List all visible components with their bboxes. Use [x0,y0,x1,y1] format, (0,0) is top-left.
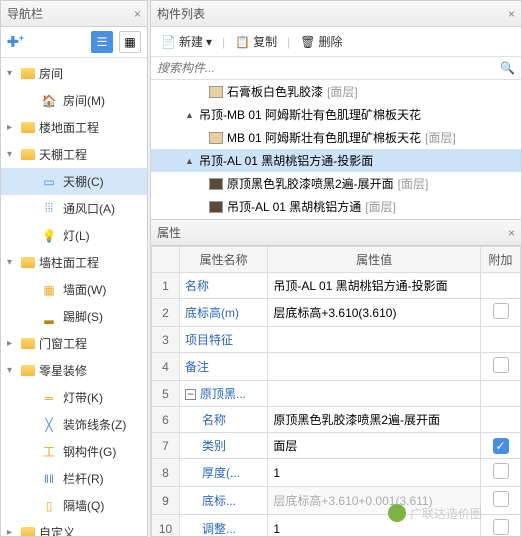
material-icon [209,86,223,98]
nav-group[interactable]: ▾零星装修 [1,357,147,384]
nav-group[interactable]: ▸楼地面工程 [1,114,147,141]
table-row[interactable]: 4备注 [152,353,521,381]
close-icon[interactable]: × [508,7,515,21]
vent-icon: ⦙⦙⦙ [41,202,57,216]
nav-title: 导航栏 [7,5,43,22]
table-row[interactable]: 1名称吊顶-AL 01 黑胡桃铝方通-投影面 [152,273,521,299]
material-icon [209,132,223,144]
nav-item[interactable]: ⦙⦙⦙通风口(A) [1,195,147,222]
table-row[interactable]: 8厚度(...1 [152,459,521,487]
wechat-icon [388,504,406,522]
nav-item[interactable]: ▭天棚(C) [1,168,147,195]
copy-button[interactable]: 📋 复制 [231,31,281,52]
col-name: 属性名称 [180,247,268,273]
folder-icon [21,149,35,160]
watermark: 广联达造价圈 [388,504,482,522]
trim-icon: ╳ [41,418,57,432]
search-input[interactable] [157,61,500,75]
search-icon[interactable]: 🔍 [500,61,515,75]
nav-item[interactable]: ▯隔墙(Q) [1,492,147,519]
tree-row[interactable]: MB 01 阿姆斯壮有色肌理矿棉板天花 [面层] [151,126,521,149]
checkbox[interactable]: ✓ [493,438,509,454]
tree-row[interactable]: 吊顶-AL 01 黑胡桃铝方通 [面层] [151,195,521,218]
rail-icon: ‖‖ [41,472,57,486]
component-tree: 石膏板白色乳胶漆 [面层]▲吊顶-MB 01 阿姆斯壮有色肌理矿棉板天花MB 0… [151,80,521,220]
nav-item[interactable]: ▂踢脚(S) [1,303,147,330]
checkbox[interactable] [493,463,509,479]
col-value: 属性值 [268,247,481,273]
strip-icon: ═ [41,391,57,405]
folder-icon [21,122,35,133]
table-row[interactable]: 2底标高(m)层底标高+3.610(3.610) [152,299,521,327]
nav-item[interactable]: ╳装饰线条(Z) [1,411,147,438]
nav-item[interactable]: ═灯带(K) [1,384,147,411]
checkbox[interactable] [493,357,509,373]
partition-icon: ▯ [41,499,57,513]
nav-item[interactable]: 🏠房间(M) [1,87,147,114]
nav-item[interactable]: ▦墙面(W) [1,276,147,303]
nav-group[interactable]: ▾房间 [1,60,147,87]
table-row[interactable]: 6名称原顶黑色乳胶漆喷黑2遍-展开面 [152,407,521,433]
material-icon [209,178,223,190]
ceiling-icon: ▭ [41,175,57,189]
checkbox[interactable] [493,303,509,319]
nav-item[interactable]: ‖‖栏杆(R) [1,465,147,492]
nav-group[interactable]: ▸门窗工程 [1,330,147,357]
steel-icon: 工 [41,445,57,459]
folder-icon [21,257,35,268]
col-extra: 附加 [481,247,521,273]
tree-row[interactable]: ▲吊顶-MB 01 阿姆斯壮有色肌理矿棉板天花 [151,103,521,126]
tree-row[interactable]: 原顶黑色乳胶漆喷黑2遍-展开面 [面层] [151,172,521,195]
add-icon[interactable]: ✚+ [7,33,24,51]
close-icon[interactable]: × [134,7,141,21]
table-row[interactable]: 7类别面层✓ [152,433,521,459]
tree-row[interactable]: ▲吊顶-AL 01 黑胡桃铝方通-投影面 [151,149,521,172]
nav-tree: ▾房间🏠房间(M)▸楼地面工程▾天棚工程▭天棚(C)⦙⦙⦙通风口(A)💡灯(L)… [1,58,147,536]
wall-icon: ▦ [41,283,57,297]
nav-group[interactable]: ▾天棚工程 [1,141,147,168]
props-table: 属性名称 属性值 附加 1名称吊顶-AL 01 黑胡桃铝方通-投影面2底标高(m… [151,246,521,536]
nav-item[interactable]: 工钢构件(G) [1,438,147,465]
new-button[interactable]: 📄 新建 ▾ [157,31,216,52]
close-icon[interactable]: × [508,226,515,240]
house-icon: 🏠 [41,94,57,108]
folder-icon [21,527,35,536]
tree-row[interactable]: 石膏板白色乳胶漆 [面层] [151,80,521,103]
table-row[interactable]: 5−原顶黑... [152,381,521,407]
material-icon [209,201,223,213]
folder-icon [21,365,35,376]
skirting-icon: ▂ [41,310,57,324]
delete-button[interactable]: 🗑 删除 [296,31,346,52]
checkbox[interactable] [493,491,509,507]
checkbox[interactable] [493,519,509,535]
props-title: 属性 [157,224,181,241]
nav-group[interactable]: ▸自定义 [1,519,147,536]
folder-icon [21,68,35,79]
list-view-icon[interactable]: ☰ [91,31,113,53]
folder-icon [21,338,35,349]
grid-view-icon[interactable]: ▦ [119,31,141,53]
nav-group[interactable]: ▾墙柱面工程 [1,249,147,276]
table-row[interactable]: 3项目特征 [152,327,521,353]
light-icon: 💡 [41,229,57,243]
components-title: 构件列表 [157,5,205,22]
nav-item[interactable]: 💡灯(L) [1,222,147,249]
